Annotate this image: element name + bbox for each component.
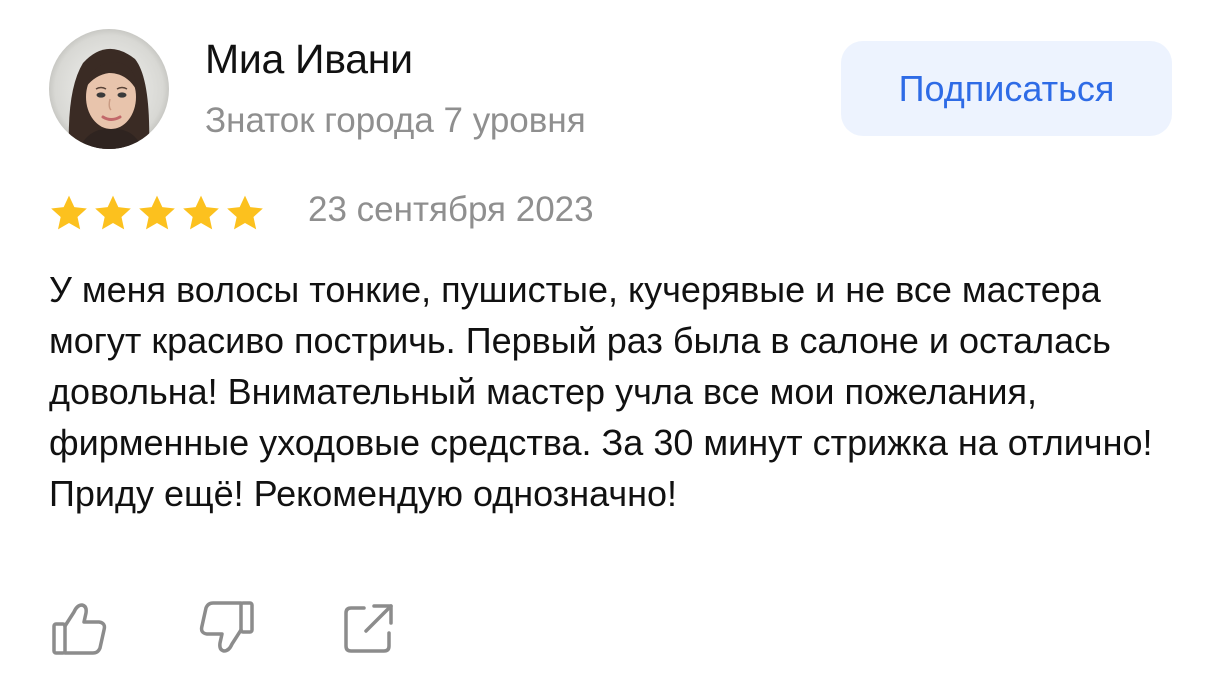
author-level: Знаток города 7 уровня — [205, 101, 586, 140]
review-card: Миа Ивани Знаток города 7 уровня Подписа… — [0, 0, 1220, 700]
star-rating — [49, 193, 265, 233]
star-icon — [51, 195, 87, 230]
like-button[interactable] — [49, 596, 113, 660]
share-icon — [344, 604, 393, 653]
subscribe-button[interactable]: Подписаться — [841, 41, 1172, 136]
thumbs-up-icon — [52, 603, 107, 655]
star-icon — [227, 195, 263, 230]
share-button[interactable] — [337, 596, 401, 660]
star-icon — [139, 195, 175, 230]
review-text: У меня волосы тонкие, пушистые, кучерявы… — [49, 269, 1153, 514]
avatar[interactable] — [49, 29, 169, 149]
star-icon — [183, 195, 219, 230]
star-icon — [95, 195, 131, 230]
thumbs-down-icon — [199, 601, 254, 653]
author-name[interactable]: Миа Ивани — [205, 36, 413, 83]
dislike-button[interactable] — [193, 596, 257, 660]
user-photo-icon — [49, 29, 169, 149]
review-date: 23 сентября 2023 — [308, 190, 594, 229]
